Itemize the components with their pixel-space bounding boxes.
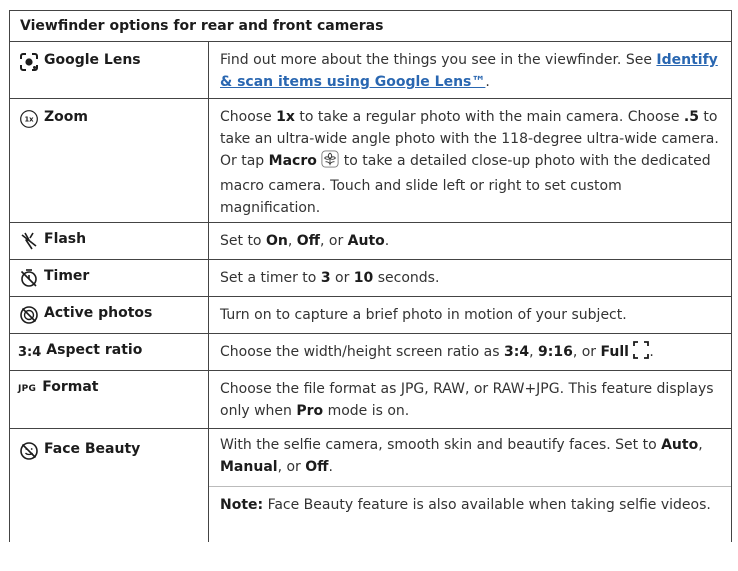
row-description: With the selfie camera, smooth skin and … bbox=[209, 429, 731, 542]
option-auto: Auto bbox=[347, 233, 385, 249]
description-text: , or bbox=[277, 459, 306, 475]
option-0-5: .5 bbox=[683, 109, 699, 125]
table-row-aspect-ratio: 3:4 Aspect ratio Choose the width/height… bbox=[10, 334, 731, 371]
zoom-1x-icon: 1x bbox=[18, 109, 40, 129]
description-text: seconds. bbox=[373, 270, 440, 286]
aspect-ratio-icon: 3:4 bbox=[18, 344, 42, 360]
description-text: Choose bbox=[220, 109, 277, 125]
table-row-timer: Timer Set a timer to 3 or 10 seconds. bbox=[10, 260, 731, 297]
description-text: Find out more about the things you see i… bbox=[220, 52, 657, 68]
option-full: Full bbox=[600, 344, 629, 360]
row-label: Google Lens bbox=[44, 52, 141, 68]
table-row-flash: Flash Set to On, Off, or Auto. bbox=[10, 223, 731, 260]
note-paragraph: Note: Face Beauty feature is also availa… bbox=[220, 487, 723, 516]
description-text: , or bbox=[572, 344, 601, 360]
note-label: Note: bbox=[220, 497, 264, 513]
row-label: Flash bbox=[44, 231, 87, 247]
description-text: or bbox=[330, 270, 354, 286]
row-description: Find out more about the things you see i… bbox=[209, 42, 731, 98]
option-9-16: 9:16 bbox=[538, 344, 573, 360]
active-photos-off-icon bbox=[18, 305, 40, 325]
option-1x: 1x bbox=[276, 109, 295, 125]
table-row-zoom: 1x Zoom Choose 1x to take a regular phot… bbox=[10, 99, 731, 223]
option-pro: Pro bbox=[296, 403, 324, 419]
row-label: Format bbox=[42, 379, 99, 395]
description-text: , bbox=[287, 233, 297, 249]
row-label-cell: JPG Format bbox=[10, 371, 209, 428]
row-description: Choose 1x to take a regular photo with t… bbox=[209, 99, 731, 222]
description-text: . bbox=[384, 233, 390, 249]
note-text: Face Beauty feature is also available wh… bbox=[263, 497, 711, 513]
full-screen-icon bbox=[633, 341, 650, 366]
row-label: Face Beauty bbox=[44, 441, 141, 457]
row-label: Aspect ratio bbox=[46, 342, 143, 358]
row-label: Zoom bbox=[44, 109, 88, 125]
option-manual: Manual bbox=[220, 459, 278, 475]
row-label-cell: Google Lens bbox=[10, 42, 209, 98]
row-label-cell: 1x Zoom bbox=[10, 99, 209, 222]
row-label: Active photos bbox=[44, 305, 153, 321]
row-description: Turn on to capture a brief photo in moti… bbox=[209, 297, 731, 333]
flash-off-icon bbox=[18, 231, 40, 251]
row-label-cell: 3:4 Aspect ratio bbox=[10, 334, 209, 370]
viewfinder-options-table: Viewfinder options for rear and front ca… bbox=[9, 10, 732, 542]
option-10: 10 bbox=[353, 270, 374, 286]
description-text: Choose the file format as JPG, RAW, or R… bbox=[220, 381, 714, 419]
description-text: Set to bbox=[220, 233, 266, 249]
description-paragraph: With the selfie camera, smooth skin and … bbox=[220, 434, 723, 486]
option-macro: Macro bbox=[268, 153, 317, 169]
description-text: Turn on to capture a brief photo in moti… bbox=[220, 307, 627, 323]
description-text: Choose the width/height screen ratio as bbox=[220, 344, 504, 360]
table-row-google-lens: Google Lens Find out more about the thin… bbox=[10, 42, 731, 99]
row-label-cell: Face Beauty bbox=[10, 429, 209, 542]
row-description: Choose the file format as JPG, RAW, or R… bbox=[209, 371, 731, 428]
description-text-end: . bbox=[485, 74, 490, 90]
face-beauty-off-icon bbox=[18, 441, 40, 461]
macro-flower-icon bbox=[321, 150, 339, 175]
table-row-face-beauty: Face Beauty With the selfie camera, smoo… bbox=[10, 429, 731, 542]
description-text: . bbox=[328, 459, 333, 475]
table-row-format: JPG Format Choose the file format as JPG… bbox=[10, 371, 731, 429]
option-off: Off bbox=[305, 459, 329, 475]
row-label-cell: Flash bbox=[10, 223, 209, 259]
description-text: to take a regular photo with the main ca… bbox=[294, 109, 684, 125]
description-text: , bbox=[698, 437, 703, 453]
description-text: Set a timer to bbox=[220, 270, 321, 286]
row-description: Choose the width/height screen ratio as … bbox=[209, 334, 731, 370]
row-label: Timer bbox=[44, 268, 90, 284]
option-auto: Auto bbox=[661, 437, 699, 453]
zoom-icon-text: 1x bbox=[24, 116, 34, 124]
description-text: , bbox=[529, 344, 538, 360]
description-text: . bbox=[649, 344, 654, 360]
option-on: On bbox=[265, 233, 288, 249]
row-description: Set a timer to 3 or 10 seconds. bbox=[209, 260, 731, 296]
option-off: Off bbox=[296, 233, 320, 249]
row-description: Set to On, Off, or Auto. bbox=[209, 223, 731, 259]
row-label-cell: Active photos bbox=[10, 297, 209, 333]
table-header: Viewfinder options for rear and front ca… bbox=[10, 11, 731, 42]
description-text: mode is on. bbox=[323, 403, 410, 419]
google-lens-icon bbox=[18, 52, 40, 72]
timer-off-icon bbox=[18, 268, 40, 288]
table-row-active-photos: Active photos Turn on to capture a brief… bbox=[10, 297, 731, 334]
jpg-format-icon: JPG bbox=[18, 384, 37, 394]
description-text: , or bbox=[319, 233, 348, 249]
option-3: 3 bbox=[320, 270, 331, 286]
description-text: With the selfie camera, smooth skin and … bbox=[220, 437, 662, 453]
option-3-4: 3:4 bbox=[504, 344, 530, 360]
row-label-cell: Timer bbox=[10, 260, 209, 296]
